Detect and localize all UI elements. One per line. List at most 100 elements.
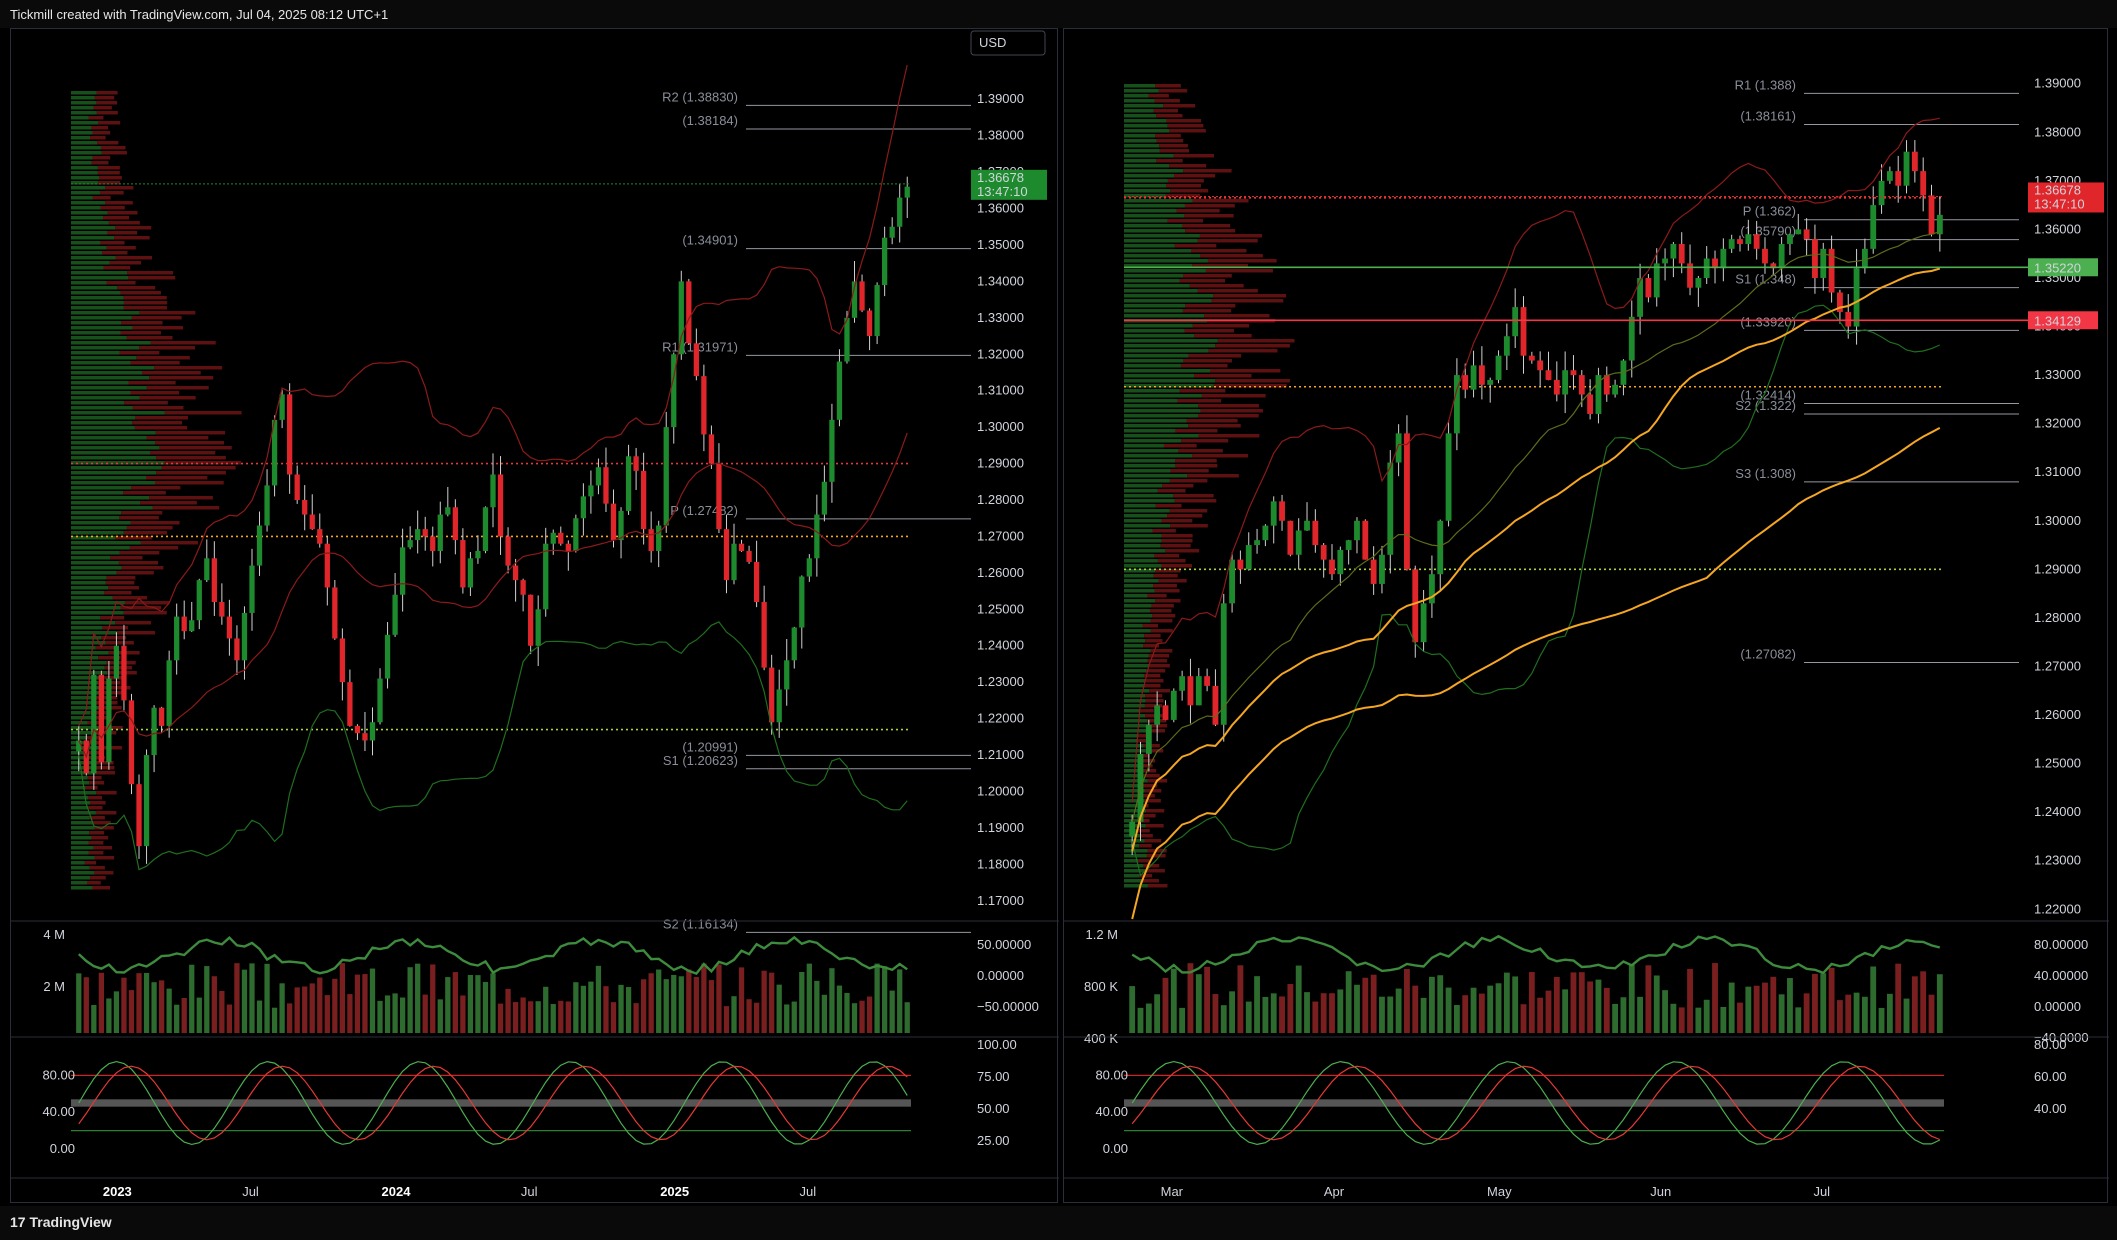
volume-profile-up-bar: [1124, 354, 1189, 358]
oscillator-tick-label: 0.00000: [977, 968, 1024, 983]
volume-profile-up-bar: [71, 266, 104, 270]
footer-brand: TradingView: [29, 1214, 112, 1230]
volume-bar: [1861, 996, 1868, 1033]
volume-bar: [1220, 1005, 1227, 1033]
candle-body: [1445, 433, 1452, 521]
volume-profile-up-bar: [71, 196, 93, 200]
volume-profile-down-bar: [164, 411, 242, 415]
volume-profile-down-bar: [106, 661, 136, 665]
volume-profile-up-bar: [71, 436, 147, 440]
volume-profile-down-bar: [1146, 809, 1165, 813]
volume-profile-up-bar: [1124, 849, 1148, 853]
candle-body: [1878, 180, 1885, 206]
volume-profile-down-bar: [108, 221, 140, 225]
volume-profile-up-bar: [1124, 489, 1158, 493]
footer-bar: 17 TradingView: [0, 1206, 2117, 1240]
volume-bar: [1229, 991, 1235, 1033]
candle-body: [776, 689, 782, 723]
volume-bar: [234, 963, 240, 1033]
volume-profile-down-bar: [117, 286, 156, 290]
candle-body: [91, 674, 97, 774]
candle-body: [1312, 520, 1319, 546]
volume-profile-down-bar: [1158, 89, 1188, 93]
candle-body: [1870, 205, 1877, 249]
volume-profile-down-bar: [1200, 409, 1264, 413]
volume-bar: [1195, 974, 1202, 1033]
candle-body: [753, 561, 760, 603]
daily-chart-svg[interactable]: 1.390001.380001.370001.360001.350001.340…: [1064, 29, 2109, 1204]
volume-profile-down-bar: [1192, 454, 1249, 458]
volume-profile-up-bar: [1124, 199, 1193, 203]
volume-profile-down-bar: [1149, 689, 1171, 693]
volume-profile-down-bar: [120, 291, 161, 295]
volume-bar: [528, 1001, 534, 1033]
volume-profile-down-bar: [1188, 354, 1242, 358]
candle-body: [482, 507, 489, 552]
volume-profile-up-bar: [71, 331, 121, 335]
volume-profile-down-bar: [1150, 629, 1173, 633]
volume-profile-up-bar: [71, 111, 97, 115]
volume-profile-down-bar: [89, 781, 105, 785]
volume-bar: [181, 998, 187, 1033]
volume-profile-up-bar: [1124, 869, 1147, 873]
candle-body: [1803, 229, 1810, 240]
weekly-chart-panel[interactable]: 1.390001.380001.370001.360001.350001.340…: [10, 28, 1059, 1204]
volume-bar: [799, 972, 805, 1033]
volume-profile-down-bar: [150, 451, 216, 455]
volume-bar: [693, 976, 699, 1033]
volume-profile-down-bar: [1161, 564, 1193, 568]
volume-bar: [339, 963, 346, 1033]
volume-profile-up-bar: [1124, 294, 1214, 298]
volume-bar: [784, 1004, 790, 1033]
volume-bar: [1154, 994, 1161, 1033]
candle-body: [1162, 705, 1169, 720]
volume-bar: [1420, 997, 1427, 1033]
volume-bar: [1429, 976, 1435, 1033]
volume-profile-up-bar: [71, 131, 93, 135]
volume-profile-up-bar: [71, 556, 111, 560]
volume-profile-up-bar: [71, 581, 106, 585]
volume-bar: [287, 1003, 293, 1033]
candle-body: [1195, 676, 1202, 706]
volume-bar: [1911, 976, 1918, 1033]
volume-profile-down-bar: [1149, 664, 1170, 668]
candle-body: [1254, 540, 1260, 546]
volume-profile-up-bar: [1124, 629, 1151, 633]
candle-body: [836, 361, 843, 420]
volume-profile-down-bar: [1157, 559, 1186, 563]
volume-bar: [332, 978, 338, 1033]
y-tick-label: 1.29000: [2034, 561, 2081, 576]
volume-bar: [1753, 985, 1760, 1033]
volume-bar: [723, 1006, 730, 1033]
volume-profile-up-bar: [1124, 259, 1208, 263]
volume-profile-up-bar: [1124, 494, 1174, 498]
volume-bar: [625, 987, 632, 1033]
volume-profile-down-bar: [1155, 599, 1181, 603]
candle-body: [1262, 525, 1269, 541]
stochastic-tick-label: 80.00: [1095, 1067, 1128, 1082]
volume-profile-up-bar: [71, 306, 124, 310]
volume-bar: [1379, 996, 1385, 1033]
y-tick-label: 1.21000: [977, 747, 1024, 762]
volume-profile-up-bar: [1124, 764, 1140, 768]
volume-profile-down-bar: [1169, 164, 1207, 168]
volume-profile-up-bar: [71, 176, 99, 180]
weekly-chart-svg[interactable]: 1.390001.380001.370001.360001.350001.340…: [11, 29, 1059, 1204]
volume-profile-down-bar: [1163, 104, 1196, 108]
volume-bar: [1712, 963, 1718, 1033]
volume-profile-up-bar: [1124, 739, 1138, 743]
volume-profile-down-bar: [96, 791, 117, 795]
volume-profile-down-bar: [93, 846, 113, 850]
volume-profile-down-bar: [132, 326, 183, 330]
volume-profile-down-bar: [1199, 234, 1263, 238]
volume-profile-down-bar: [1215, 344, 1290, 348]
volume-profile-down-bar: [1166, 119, 1202, 123]
candle-body: [76, 740, 82, 752]
daily-chart-panel[interactable]: 1.390001.380001.370001.360001.350001.340…: [1063, 28, 2109, 1204]
candle-body: [769, 667, 775, 723]
volume-profile-down-bar: [1191, 249, 1247, 253]
volume-profile-down-bar: [89, 831, 105, 835]
volume-profile-down-bar: [1161, 539, 1193, 543]
volume-profile-up-bar: [71, 506, 153, 510]
volume-profile-up-bar: [71, 521, 131, 525]
